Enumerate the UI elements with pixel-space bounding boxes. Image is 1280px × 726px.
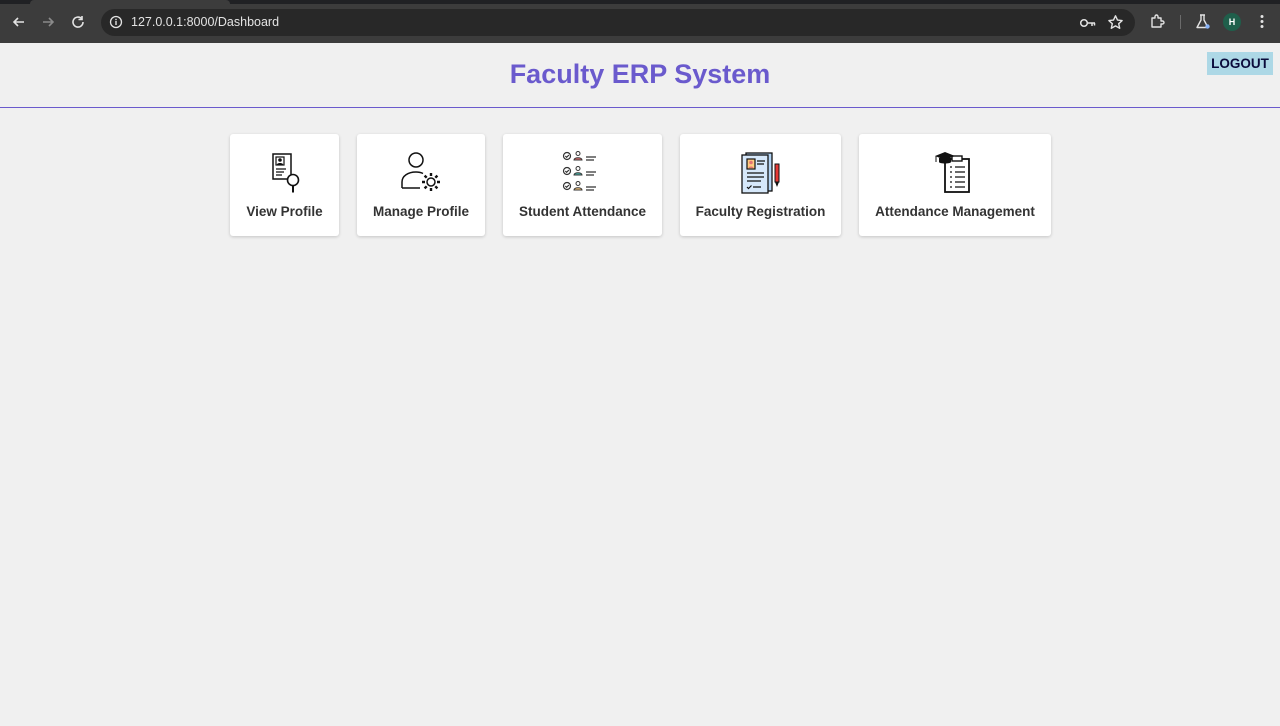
page-title: Faculty ERP System [509, 59, 771, 89]
tab-strip [0, 0, 1280, 4]
student-attendance-card[interactable]: Student Attendance [503, 134, 662, 236]
view-profile-label: View Profile [246, 204, 323, 219]
profile-search-icon [271, 153, 299, 193]
profile-avatar[interactable]: H [1223, 13, 1241, 31]
manage-profile-card[interactable]: Manage Profile [357, 134, 485, 236]
student-attendance-label: Student Attendance [518, 204, 646, 219]
toolbar-divider [1180, 15, 1181, 29]
active-tab[interactable] [30, 0, 230, 4]
browser-toolbar: 127.0.0.1:8000/Dashboard H [0, 0, 1280, 43]
extensions-icon[interactable] [1149, 13, 1166, 30]
faculty-registration-card[interactable]: Faculty Registration [680, 134, 841, 236]
attendance-management-label: Attendance Management [875, 204, 1035, 219]
url-text[interactable]: 127.0.0.1:8000/Dashboard [131, 15, 279, 29]
bookmark-star-icon[interactable] [1107, 14, 1124, 31]
page-header: Faculty ERP System LOGOUT [0, 43, 1280, 108]
faculty-registration-label: Faculty Registration [695, 204, 826, 219]
kebab-menu-icon[interactable] [1254, 13, 1270, 30]
view-profile-card[interactable]: View Profile [230, 134, 339, 236]
labs-flask-icon[interactable] [1194, 13, 1211, 30]
site-info-icon[interactable] [109, 15, 123, 29]
dashboard-page: Faculty ERP System LOGOUT View Profile M… [0, 43, 1280, 726]
address-bar[interactable]: 127.0.0.1:8000/Dashboard [101, 9, 1135, 36]
manage-profile-label: Manage Profile [372, 204, 470, 219]
registration-form-icon [740, 152, 779, 194]
graduation-clipboard-icon [935, 152, 970, 193]
password-key-icon[interactable] [1079, 15, 1097, 31]
attendance-checklist-icon [562, 151, 596, 191]
back-icon[interactable] [9, 12, 29, 32]
forward-icon[interactable] [38, 12, 58, 32]
logout-button[interactable]: LOGOUT [1207, 52, 1273, 75]
user-settings-icon [401, 152, 440, 191]
attendance-management-card[interactable]: Attendance Management [859, 134, 1051, 236]
reload-icon[interactable] [68, 12, 88, 32]
